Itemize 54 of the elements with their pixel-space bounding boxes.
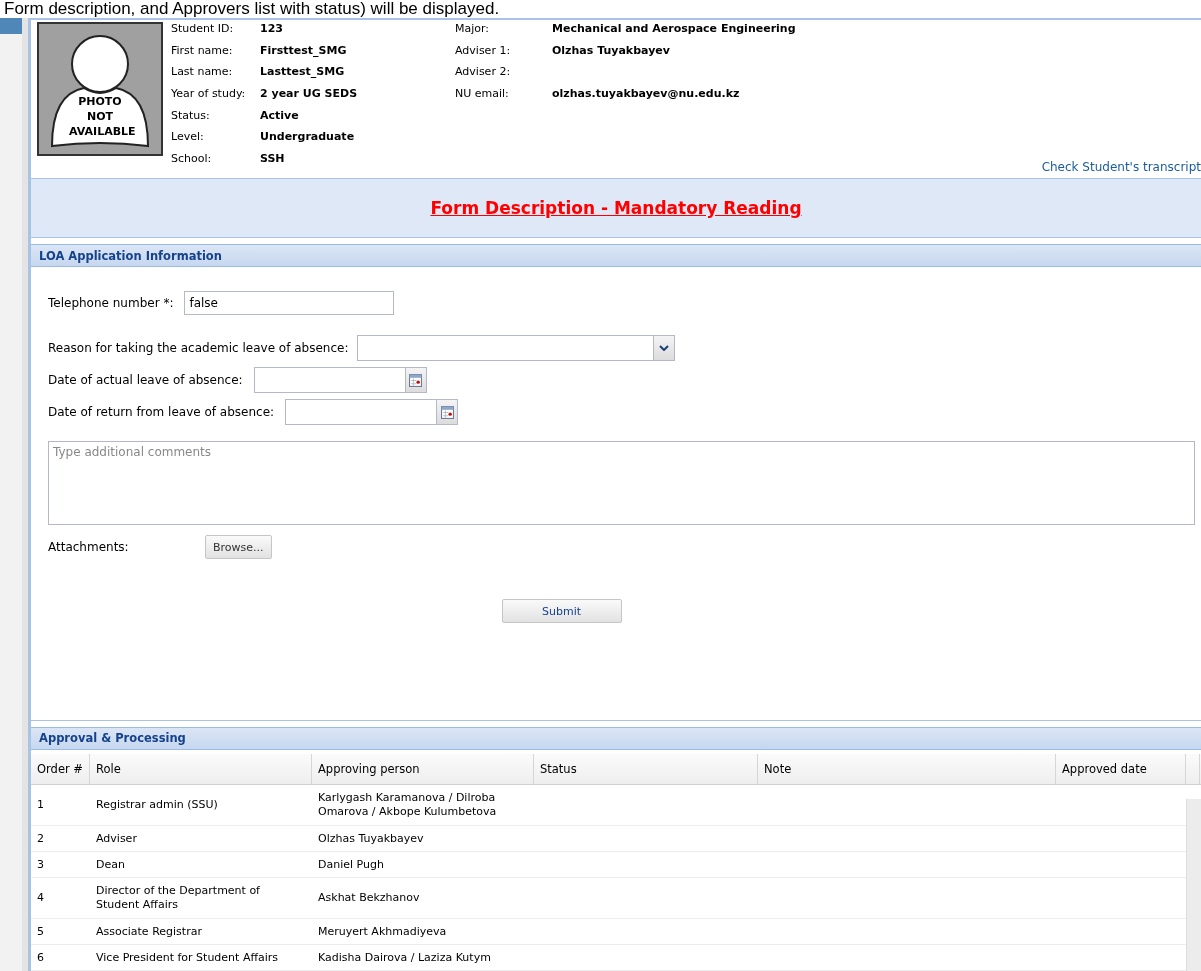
field-label: Year of study:: [171, 87, 247, 103]
table-cell-text: Vice President for Student Affairs: [95, 949, 280, 966]
table-cell-text: Associate Registrar: [95, 923, 203, 940]
field-label: First name:: [171, 43, 234, 59]
table-cell-text: 3: [36, 856, 45, 873]
table-cell-text: 1: [36, 797, 45, 813]
field-label: Attachments:: [48, 540, 130, 555]
field-value: Undergraduate: [260, 130, 356, 146]
section-title: Approval & Processing: [39, 731, 186, 746]
table-cell-text: 6: [36, 949, 45, 966]
field-label: Adviser 2:: [455, 65, 512, 81]
field-label: Status:: [171, 108, 211, 124]
field-label: Reason for taking the academic leave of absence:: [48, 341, 349, 356]
table-cell-text: Olzhas Tuyakbayev: [317, 830, 425, 847]
table-cell-text: Adviser: [95, 830, 138, 847]
field-label: Student ID:: [171, 22, 235, 37]
field-value: SSH: [260, 152, 286, 168]
field-label: Level:: [171, 130, 205, 146]
column-header[interactable]: Status: [534, 754, 758, 784]
field-label: Date of actual leave of absence:: [48, 373, 243, 388]
field-label: NU email:: [455, 87, 510, 103]
field-value: olzhas.tuyakbayev@nu.edu.kz: [552, 87, 741, 103]
field-label: School:: [171, 152, 213, 168]
table-cell-text: 2: [36, 830, 45, 847]
table-cell-text: Dean: [95, 856, 126, 873]
column-header[interactable]: Approving person: [312, 754, 534, 784]
field-label: Date of return from leave of absence:: [48, 405, 275, 420]
telephone-field[interactable]: false: [184, 291, 395, 316]
table-cell-text: Director of the Department of Student Affairs: [95, 883, 261, 913]
comments-field[interactable]: Type additional comments: [48, 441, 1195, 526]
field-value: Olzhas Tuyakbayev: [552, 43, 671, 59]
submit-button[interactable]: Submit: [501, 599, 622, 624]
column-header[interactable]: Approved date: [1056, 754, 1186, 784]
field-value: Active: [260, 108, 300, 124]
table-cell-text: Askhat Bekzhanov: [317, 890, 421, 906]
field-label: Major:: [455, 22, 491, 37]
column-header[interactable]: Role: [90, 754, 312, 784]
browse-button[interactable]: Browse...: [205, 535, 272, 560]
section-title: LOA Application Information: [39, 248, 222, 263]
column-header[interactable]: Note: [758, 754, 1056, 784]
table-cell-text: Kadisha Dairova / Laziza Kutym: [317, 949, 492, 966]
table-cell-text: Daniel Pugh: [317, 856, 385, 873]
table-cell-text: 4: [36, 890, 45, 906]
field-value: Mechanical and Aerospace Engineering: [552, 22, 797, 37]
caption-text: Form description, and Approvers list with status) will be displayed.: [3, 0, 501, 18]
table-cell-text: Meruyert Akhmadiyeva: [317, 923, 448, 940]
field-label: Adviser 1:: [455, 43, 512, 59]
table-cell-text: 5: [36, 923, 45, 940]
field-label: Telephone number *:: [48, 296, 174, 311]
field-label: Last name:: [171, 65, 234, 81]
transcript-link[interactable]: Check Student's transcript: [1041, 159, 1201, 174]
table-cell-text: Karlygash Karamanova / Dilroba Omarova / Akbope Kulumbetova: [317, 790, 498, 820]
column-header[interactable]: Order #: [31, 754, 90, 784]
table-cell-text: Registrar admin (SSU): [95, 797, 219, 813]
